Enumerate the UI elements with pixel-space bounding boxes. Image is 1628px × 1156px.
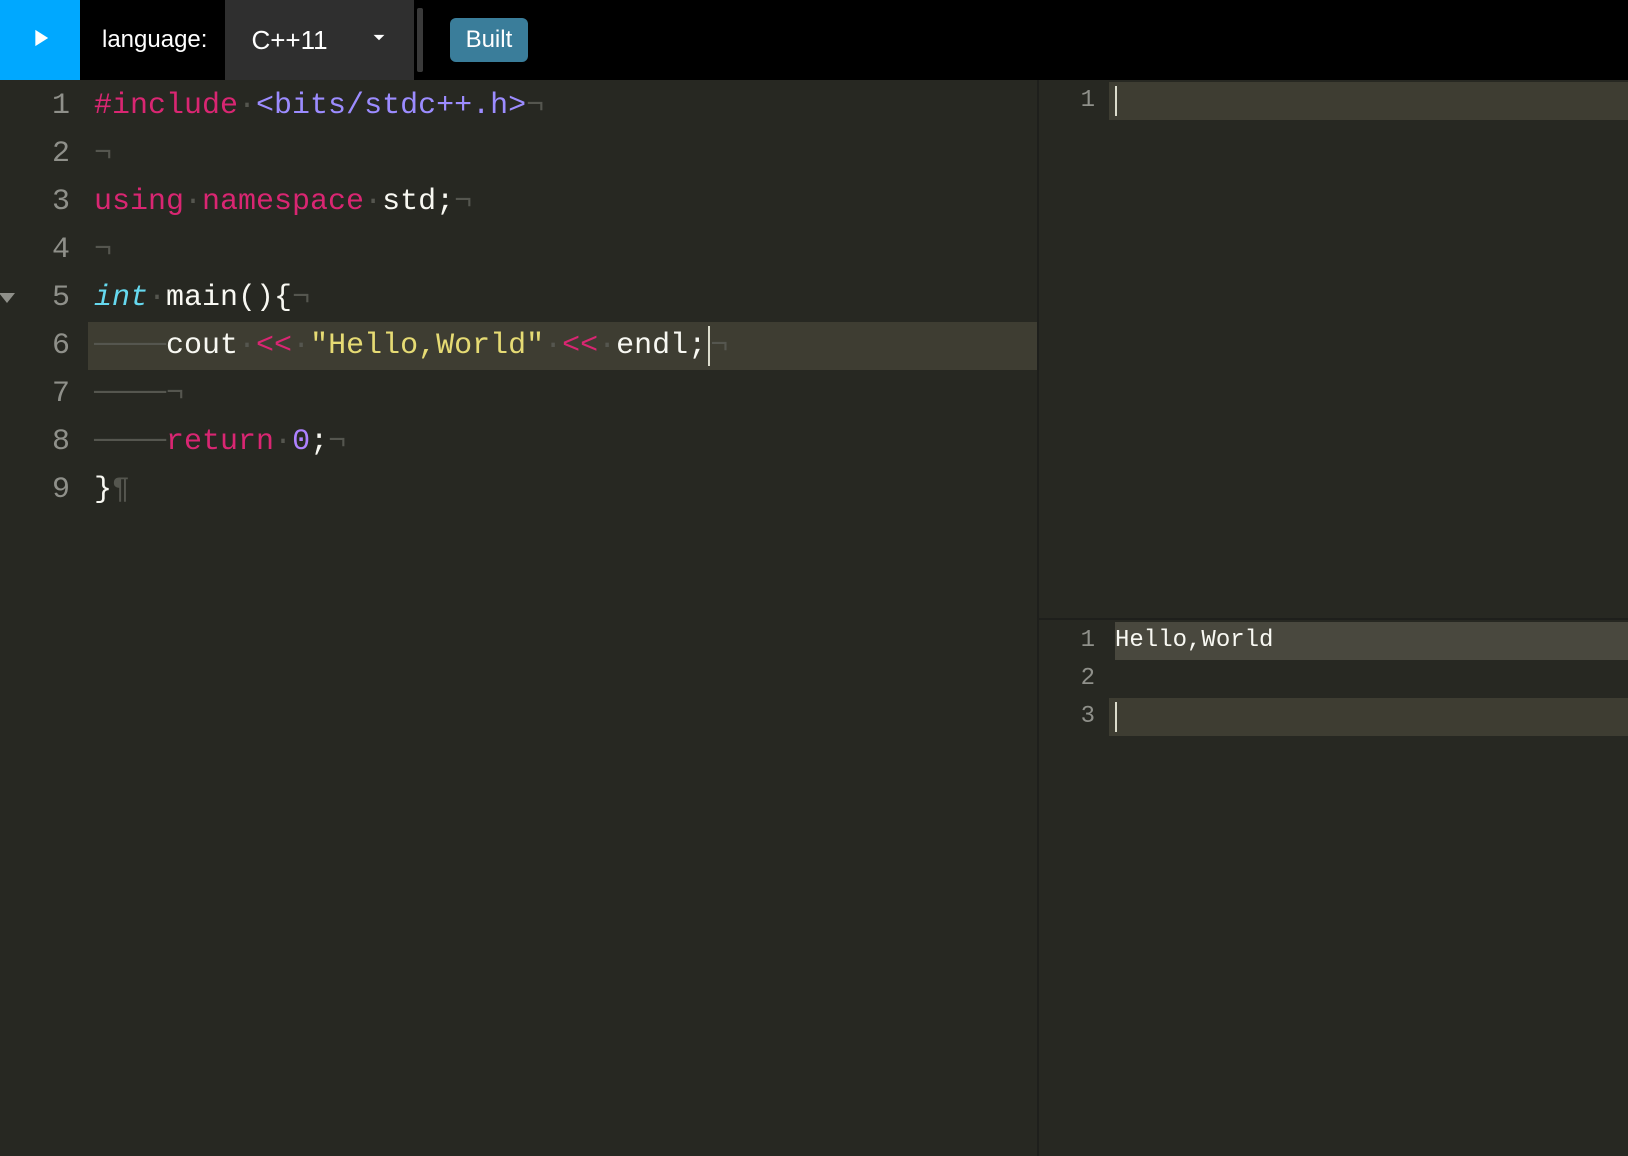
code-editor[interactable]: 123456789 #include·<bits/stdc++.h>¬¬usin… — [0, 80, 1037, 1156]
code-token: } — [94, 466, 112, 514]
input-gutter: 1 — [1039, 80, 1109, 618]
code-token: ¬ — [94, 130, 112, 178]
input-content[interactable] — [1109, 80, 1628, 618]
code-token: int — [94, 274, 148, 322]
code-token: ──── — [94, 322, 166, 370]
right-column: 1 123 Hello,World — [1037, 80, 1628, 1156]
code-token: endl — [616, 322, 688, 370]
code-token: ; — [436, 178, 454, 226]
code-token: · — [544, 322, 562, 370]
code-line[interactable]: int·main(){¬ — [88, 274, 1037, 322]
code-token: main — [166, 274, 238, 322]
code-token: return — [166, 418, 274, 466]
language-label: language: — [80, 0, 225, 80]
code-line[interactable]: ────return·0;¬ — [88, 418, 1037, 466]
line-number: 4 — [0, 226, 70, 274]
line-number: 6 — [0, 322, 70, 370]
line-number: 8 — [0, 418, 70, 466]
code-token: ¬ — [710, 322, 728, 370]
built-button[interactable]: Built — [450, 18, 529, 62]
code-token: 0 — [292, 418, 310, 466]
line-number: 1 — [1039, 82, 1095, 120]
code-token: ; — [310, 418, 328, 466]
line-number: 3 — [0, 178, 70, 226]
code-token: · — [274, 418, 292, 466]
panel-line — [1109, 698, 1628, 736]
code-line[interactable]: #include·<bits/stdc++.h>¬ — [88, 82, 1037, 130]
workspace: 123456789 #include·<bits/stdc++.h>¬¬usin… — [0, 80, 1628, 1156]
code-token: ¬ — [292, 274, 310, 322]
code-token: ¬ — [454, 178, 472, 226]
code-token: · — [184, 178, 202, 226]
code-token: · — [238, 82, 256, 130]
text-cursor — [1115, 86, 1117, 116]
line-number: 3 — [1039, 698, 1095, 736]
line-number: 2 — [0, 130, 70, 178]
code-token: #include — [94, 82, 238, 130]
code-token: · — [364, 178, 382, 226]
line-number: 1 — [1039, 622, 1095, 660]
code-token: using — [94, 178, 184, 226]
built-button-wrap: Built — [440, 0, 529, 80]
toolbar-divider — [414, 0, 440, 80]
line-number: 2 — [1039, 660, 1095, 698]
code-token: ────¬ — [94, 370, 184, 418]
code-token: ¬ — [328, 418, 346, 466]
code-token: cout — [166, 322, 238, 370]
panel-line: Hello,World — [1109, 622, 1628, 660]
line-number: 5 — [0, 274, 70, 322]
output-panel[interactable]: 123 Hello,World — [1039, 620, 1628, 1156]
chevron-down-icon — [366, 24, 392, 57]
language-selected: C++11 — [251, 25, 327, 56]
code-token: <bits/stdc++.h> — [256, 82, 526, 130]
language-select[interactable]: C++11 — [225, 0, 413, 80]
code-line[interactable]: ¬ — [88, 226, 1037, 274]
code-token: · — [292, 322, 310, 370]
code-token: namespace — [202, 178, 364, 226]
panel-line — [1109, 82, 1628, 120]
code-line[interactable]: ────¬ — [88, 370, 1037, 418]
code-token: << — [562, 322, 598, 370]
output-gutter: 123 — [1039, 620, 1109, 1156]
line-number: 7 — [0, 370, 70, 418]
output-content: Hello,World — [1109, 620, 1628, 1156]
code-token: ; — [688, 322, 706, 370]
code-line[interactable]: ────cout·<<·"Hello,World"·<<·endl;¬ — [88, 322, 1037, 370]
play-icon — [26, 24, 54, 57]
output-text: Hello,World — [1115, 622, 1628, 660]
code-token: · — [238, 322, 256, 370]
code-token: (){ — [238, 274, 292, 322]
code-token: "Hello,World" — [310, 322, 544, 370]
line-number: 1 — [0, 82, 70, 130]
fold-marker-icon[interactable] — [0, 293, 15, 303]
code-token: std — [382, 178, 436, 226]
code-token: · — [148, 274, 166, 322]
code-token: ¬ — [94, 226, 112, 274]
run-button[interactable] — [0, 0, 80, 80]
code-line[interactable]: }¶ — [88, 466, 1037, 514]
line-number: 9 — [0, 466, 70, 514]
input-panel[interactable]: 1 — [1039, 80, 1628, 620]
panel-line — [1109, 660, 1628, 698]
code-token: · — [598, 322, 616, 370]
toolbar: language: C++11 Built — [0, 0, 1628, 80]
editor-code[interactable]: #include·<bits/stdc++.h>¬¬using·namespac… — [88, 80, 1037, 1156]
code-line[interactable]: using·namespace·std;¬ — [88, 178, 1037, 226]
code-token: ──── — [94, 418, 166, 466]
code-line[interactable]: ¬ — [88, 130, 1037, 178]
code-token: ¶ — [112, 466, 130, 514]
code-token: << — [256, 322, 292, 370]
code-token: ¬ — [526, 82, 544, 130]
editor-gutter: 123456789 — [0, 80, 88, 1156]
text-cursor — [1115, 702, 1117, 732]
